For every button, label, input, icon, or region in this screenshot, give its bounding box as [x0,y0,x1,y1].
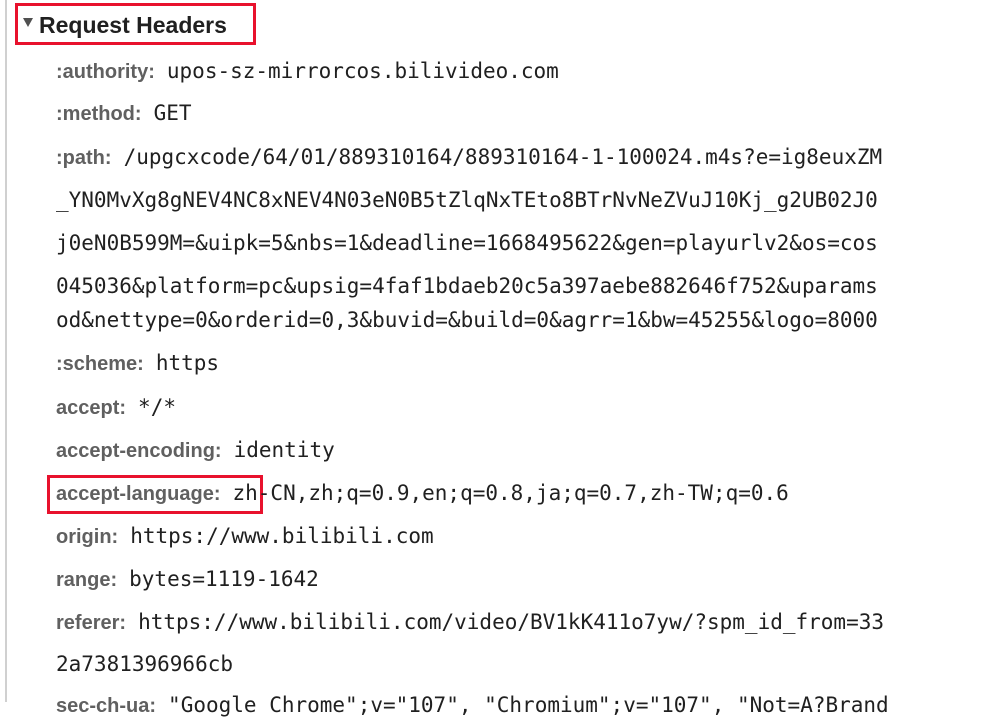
header-row-referer[interactable]: referer: https://www.bilibili.com/video/B… [56,607,884,637]
header-value: "Google Chrome";v="107", "Chromium";v="1… [168,693,889,717]
header-name: accept-language [56,483,214,505]
header-value: https [155,351,220,375]
header-value-continuation: 045036&platform=pc&upsig=4faf1bdaeb20c5a… [56,274,878,298]
panel-left-border [5,0,7,702]
header-name: :scheme [56,353,138,375]
header-value: zh-CN,zh;q=0.9,en;q=0.8,ja;q=0.7,zh-TW;q… [232,481,789,505]
header-value-continuation: 2a7381396966cb [56,652,234,676]
header-value-continuation: j0eN0B599M=&uipk=5&nbs=1&deadline=166849… [56,231,878,255]
header-value: GET [153,101,192,125]
header-name: :path [56,147,105,169]
header-value: https://www.bilibili.com/video/BV1kK411o… [138,610,885,634]
header-name: accept-encoding [56,440,215,462]
header-value: identity [233,438,335,462]
header-value: https://www.bilibili.com [130,524,434,548]
header-row-accept-encoding[interactable]: accept-encoding: identity [56,435,335,465]
header-name: range [56,569,111,591]
request-headers-section-header[interactable]: Request Headers [15,3,256,45]
header-row-accept-language[interactable]: accept-language: zh-CN,zh;q=0.9,en;q=0.8,… [56,478,789,508]
header-row-method[interactable]: :method: GET [56,98,192,128]
header-value: upos-sz-mirrorcos.bilivideo.com [166,59,559,83]
disclosure-triangle-down-icon[interactable] [23,18,33,27]
header-row-scheme[interactable]: :scheme: https [56,348,219,378]
header-value: /upgcxcode/64/01/889310164/889310164-1-1… [123,145,883,169]
header-row-path[interactable]: :path:/upgcxcode/64/01/889310164/8893101… [56,142,882,172]
header-row-accept[interactable]: accept: */* [56,392,176,422]
header-name: sec-ch-ua [56,695,150,717]
header-name: :method [56,103,135,125]
header-value-continuation: od&nettype=0&orderid=0,3&buvid=&build=0&… [56,308,878,332]
header-row-range[interactable]: range: bytes=1119-1642 [56,564,319,594]
header-name: :authority [56,61,149,83]
header-name: accept [56,397,120,419]
header-name: origin [56,526,112,548]
section-title: Request Headers [39,12,227,38]
header-row-authority[interactable]: :authority: upos-sz-mirrorcos.bilivideo.c… [56,56,559,86]
header-name: referer [56,612,120,634]
header-value: bytes=1119-1642 [129,567,319,591]
header-value-continuation: _YN0MvXg8gNEV4NC8xNEV4N03eN0B5tZlqNxTEto… [56,188,878,212]
header-value: */* [138,395,176,419]
header-row-origin[interactable]: origin: https://www.bilibili.com [56,521,434,551]
header-row-sec-ch-ua[interactable]: sec-ch-ua: "Google Chrome";v="107", "Chro… [56,690,889,720]
